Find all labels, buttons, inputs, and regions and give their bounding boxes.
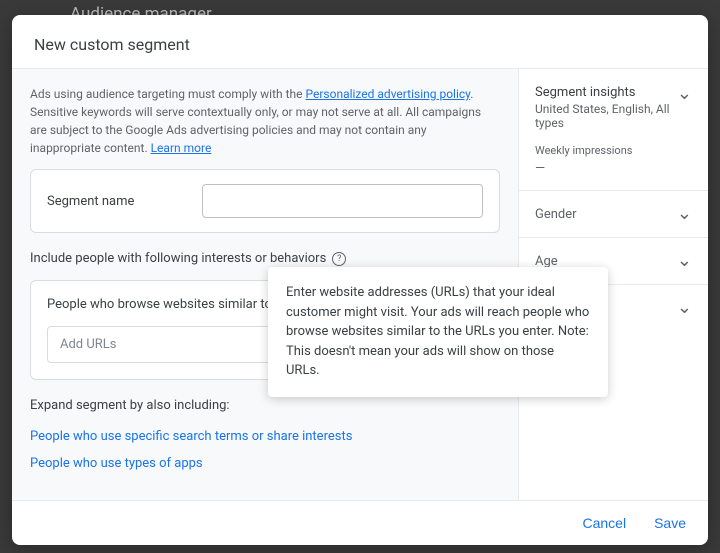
- compliance-text: Ads using audience targeting must comply…: [30, 85, 500, 157]
- impressions-label: Weekly impressions: [535, 144, 692, 157]
- insights-subtitle: United States, English, All types: [535, 102, 677, 130]
- include-section-label: Include people with following interests …: [30, 251, 500, 266]
- help-icon[interactable]: ?: [332, 252, 346, 266]
- compliance-part1: Ads using audience targeting must comply…: [30, 87, 305, 101]
- segment-name-card: Segment name: [30, 169, 500, 233]
- gender-section[interactable]: Gender ⌄: [519, 191, 708, 238]
- chevron-down-icon: ⌄: [677, 205, 692, 223]
- expand-link-search-terms[interactable]: People who use specific search terms or …: [30, 429, 500, 444]
- impressions-value: —: [535, 161, 692, 176]
- chevron-down-icon: ⌄: [677, 299, 692, 317]
- new-segment-dialog: New custom segment Ads using audience ta…: [12, 15, 708, 545]
- segment-name-label: Segment name: [47, 194, 134, 209]
- save-button[interactable]: Save: [654, 515, 686, 531]
- insights-title: Segment insights: [535, 85, 677, 100]
- people-label-text: People who browse websites similar to: [47, 297, 272, 312]
- cancel-button[interactable]: Cancel: [582, 515, 626, 531]
- include-label-text: Include people with following interests …: [30, 251, 326, 266]
- chevron-down-icon[interactable]: ⌄: [677, 85, 692, 103]
- expand-link-apps[interactable]: People who use types of apps: [30, 456, 500, 471]
- policy-link[interactable]: Personalized advertising policy: [305, 87, 470, 101]
- segment-name-input[interactable]: [202, 184, 483, 218]
- expand-section-label: Expand segment by also including:: [30, 398, 500, 413]
- gender-label: Gender: [535, 207, 577, 222]
- url-placeholder: Add URLs: [60, 337, 117, 352]
- chevron-down-icon: ⌄: [677, 252, 692, 270]
- dialog-title: New custom segment: [12, 15, 708, 69]
- dialog-footer: Cancel Save: [12, 500, 708, 545]
- url-help-tooltip: Enter website addresses (URLs) that your…: [268, 267, 608, 397]
- learn-more-link[interactable]: Learn more: [151, 141, 212, 155]
